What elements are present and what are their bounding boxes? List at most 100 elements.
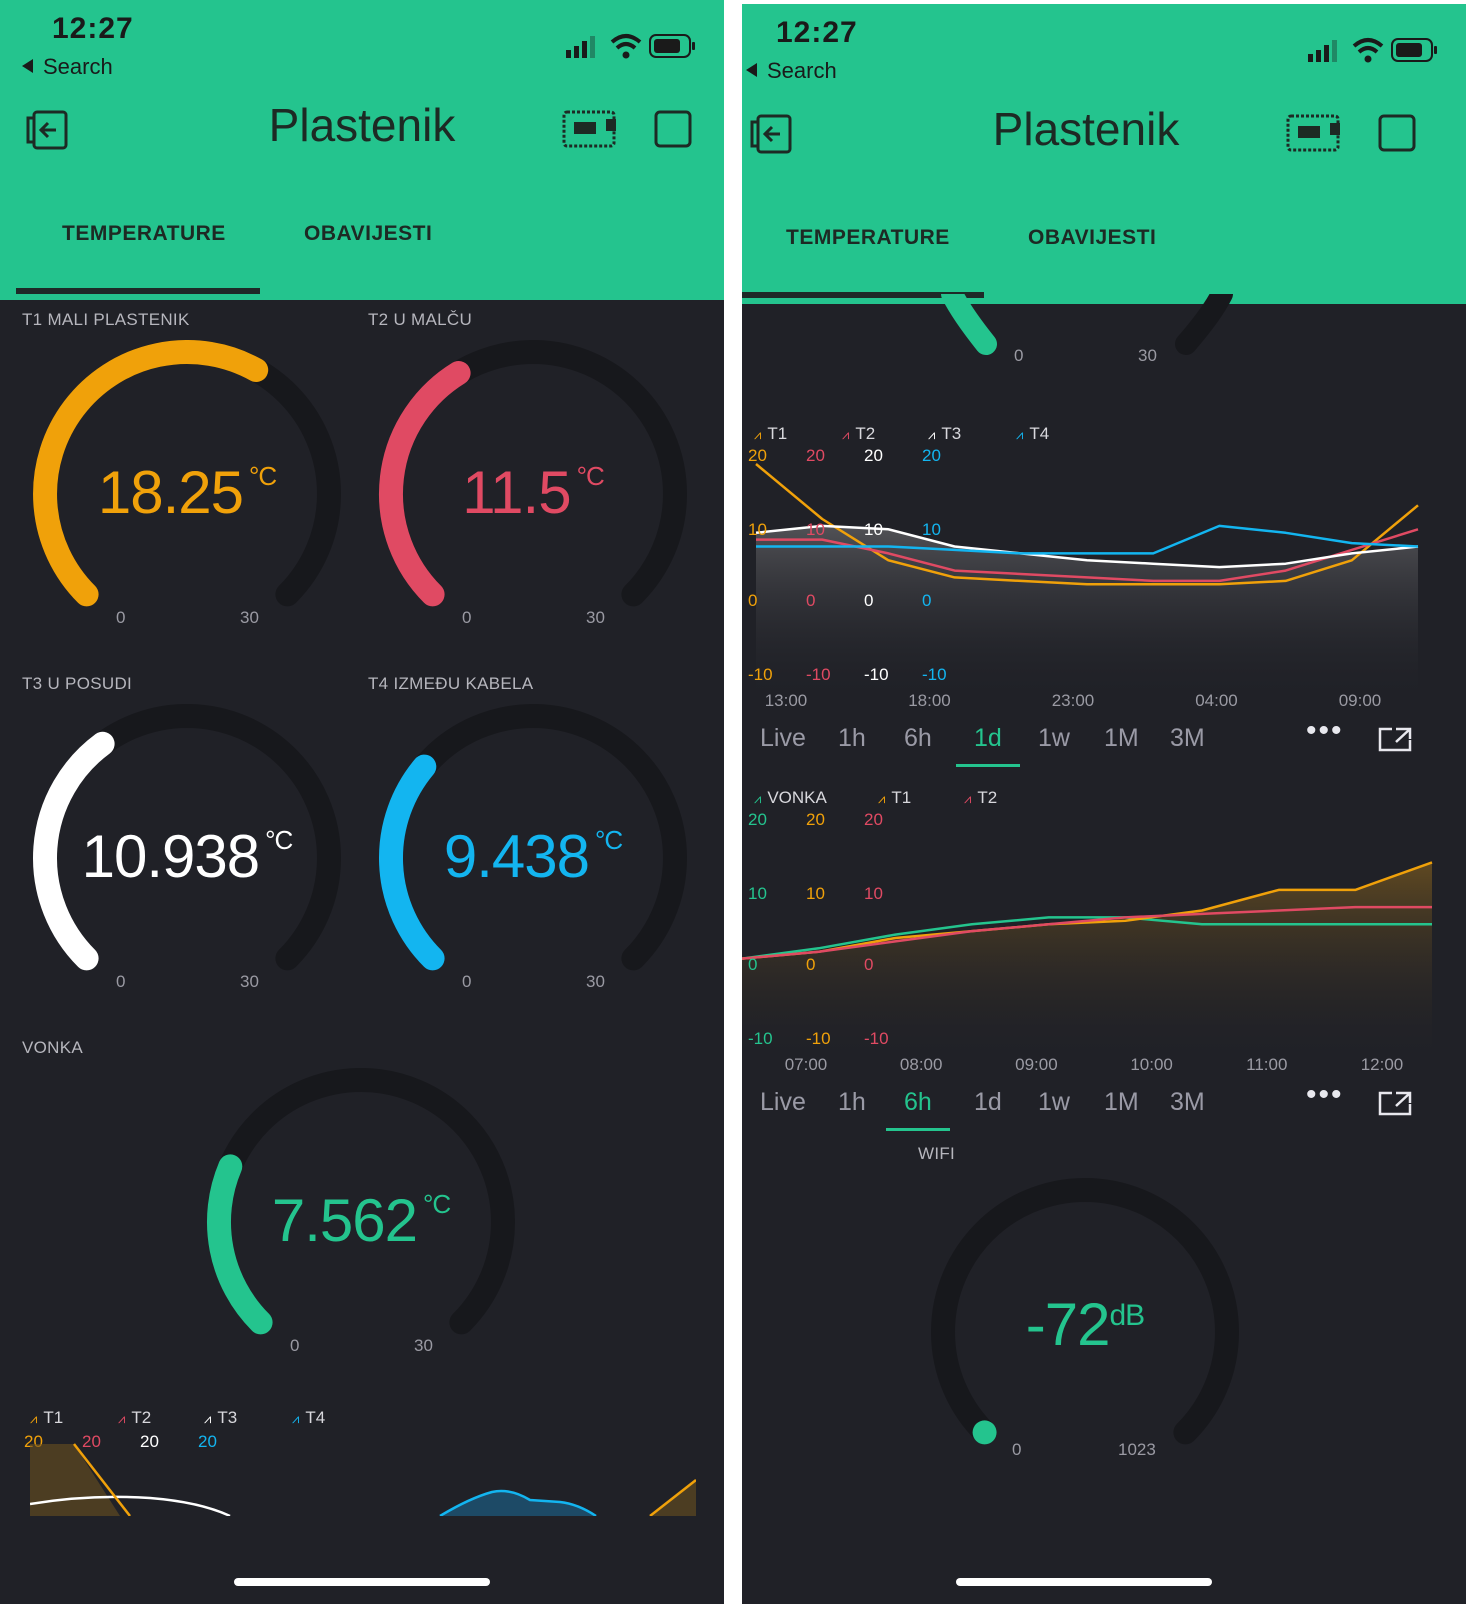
back-to-search-link[interactable]: Search [22,54,113,80]
legend-item-t1[interactable]: ⩘ T1 [878,788,911,808]
series-icon: ⩘ [842,427,850,442]
range-1d[interactable]: 1d [974,1088,1002,1117]
chart-partial-plot[interactable] [30,1440,696,1516]
y-tick-label: 20 [748,446,767,465]
gauge-t2[interactable]: 11.5 °C 0 30 [368,340,698,640]
y-tick-label: 20 [922,446,941,465]
legend-item-vonka[interactable]: ⩘ VONKA [754,788,827,808]
gauge-value: 7.562 °C [196,1168,526,1257]
gauge-value: 18.25 °C [22,440,352,529]
expand-chart-icon[interactable] [1378,1090,1412,1116]
tab-bar: TEMPERATURE OBAVIJESTI [0,200,724,300]
gauge-min: 0 [290,1336,300,1355]
gauge-min: 0 [462,972,472,991]
legend-item-t2[interactable]: ⩘ T2 [118,1408,151,1428]
legend-item-t3[interactable]: ⩘ T3 [204,1408,237,1428]
status-icons [566,34,695,59]
expand-chart-icon[interactable] [1378,726,1412,752]
series-icon: ⩘ [30,1411,38,1426]
y-tick-label: 0 [864,955,873,974]
device-board-icon[interactable] [562,108,620,150]
legend-label: T2 [131,1408,152,1427]
y-tick-label: -10 [864,665,889,684]
back-arrow-icon [746,63,757,77]
gauge-value-number: 7.562 [271,1187,418,1254]
chart2-plot[interactable]: 20 20 20 10 10 10 0 0 0 -10 -10 -10 07:00 08:00 09:00 1… [742,808,1466,1088]
tab-temperature[interactable]: TEMPERATURE [62,222,226,246]
series-area [742,862,1432,1066]
range-1d[interactable]: 1d [956,724,1020,767]
gauge-t1[interactable]: 18.25 °C 0 30 [22,340,352,640]
y-tick-label: 20 [806,446,825,465]
range-1m[interactable]: 1M [1104,724,1139,753]
range-6h[interactable]: 6h [904,724,932,753]
square-icon[interactable] [654,110,692,148]
legend-item-t2[interactable]: ⩘ T2 [842,424,875,444]
gauge-t4[interactable]: 9.438 °C 0 30 [368,704,698,1004]
partial-gauge-arc [941,294,1233,355]
back-label: Search [767,58,837,83]
y-tick-label: -10 [806,665,831,684]
y-tick-label: 0 [806,955,815,974]
range-3m[interactable]: 3M [1170,724,1205,753]
tab-obavijesti[interactable]: OBAVIJESTI [304,222,432,246]
more-options-icon[interactable]: ••• [1306,1078,1344,1112]
range-3m[interactable]: 3M [1170,1088,1205,1117]
tab-temperature[interactable]: TEMPERATURE [786,226,950,250]
y-tick-label: 0 [806,591,815,610]
range-1h[interactable]: 1h [838,1088,866,1117]
battery-icon [1391,38,1437,62]
y-tick-label: 10 [748,884,767,903]
series-icon: ⩘ [118,1411,126,1426]
chart1-range-selector: Live 1h 6h 1d 1w 1M 3M ••• [742,714,1466,774]
x-tick-label: 11:00 [1246,1055,1287,1074]
range-1m[interactable]: 1M [1104,1088,1139,1117]
x-tick-label: 12:00 [1361,1055,1404,1074]
y-tick-label: 0 [748,955,757,974]
range-6h[interactable]: 6h [886,1088,950,1131]
range-1w[interactable]: 1w [1038,724,1070,753]
legend-label: T1 [767,424,788,443]
signal-icon [1308,40,1337,62]
gauge-fill-dot [972,1420,997,1445]
legend-item-t4[interactable]: ⩘ T4 [292,1408,325,1428]
legend-item-t4[interactable]: ⩘ T4 [1016,424,1049,444]
y-tick-label: 10 [806,884,825,903]
gauge-value-number: 18.25 [97,459,244,526]
y-tick-label: 0 [864,591,873,610]
home-indicator[interactable] [956,1578,1212,1586]
y-tick-label: 10 [864,520,883,539]
y-tick-label: 10 [922,520,941,539]
gauge-unit: °C [594,825,623,855]
legend-item-t1[interactable]: ⩘ T1 [754,424,787,444]
series-icon: ⩘ [204,1411,212,1426]
back-to-search-link[interactable]: Search [746,58,837,84]
legend-item-t1[interactable]: ⩘ T1 [30,1408,63,1428]
range-1w[interactable]: 1w [1038,1088,1070,1117]
gauge-min: 0 [116,608,126,627]
range-1h[interactable]: 1h [838,724,866,753]
legend-item-t2[interactable]: ⩘ T2 [964,788,997,808]
home-indicator[interactable] [234,1578,490,1586]
legend-item-t3[interactable]: ⩘ T3 [928,424,961,444]
gauge-vonka[interactable]: 7.562 °C 0 30 [196,1068,526,1368]
status-time: 12:27 [52,12,134,45]
chart1-plot[interactable]: 20 20 20 20 10 10 10 10 0 0 0 0 -10 -10 -10 -10 13:00 18:… [742,444,1466,724]
square-icon[interactable] [1378,114,1416,152]
range-live[interactable]: Live [760,724,806,753]
more-options-icon[interactable]: ••• [1306,714,1344,748]
gauge-value-number: 10.938 [81,823,261,890]
device-board-icon[interactable] [1286,112,1344,154]
y-tick-label: -10 [922,665,947,684]
gauge-unit: °C [576,461,605,491]
range-live[interactable]: Live [760,1088,806,1117]
tab-obavijesti[interactable]: OBAVIJESTI [1028,226,1156,250]
y-tick-label: 20 [806,810,825,829]
wifi-gauge[interactable]: -72dB 0 1023 [920,1172,1250,1472]
gauge-max: 30 [414,1336,433,1355]
gauge-t3[interactable]: 10.938 °C 0 30 [22,704,352,1004]
active-tab-indicator [16,288,260,294]
y-tick-label: 20 [864,446,883,465]
legend-label: T2 [977,788,998,807]
series-icon: ⩘ [1016,427,1024,442]
